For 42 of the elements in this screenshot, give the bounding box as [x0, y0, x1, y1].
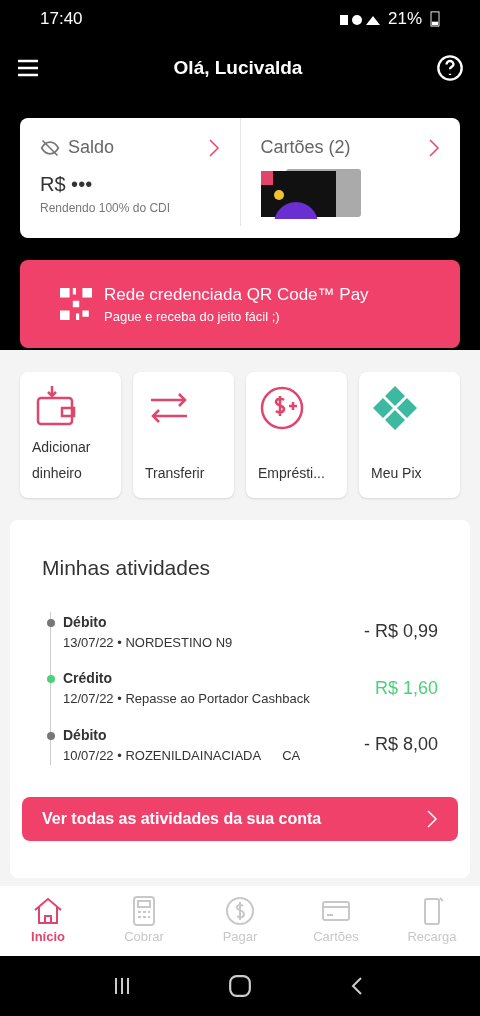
action-tile[interactable]: Transferir — [133, 372, 234, 498]
battery-icon — [430, 11, 440, 27]
activities-title: Minhas atividades — [41, 555, 212, 581]
action-label: Emprésti... — [258, 464, 326, 483]
activity-details: 10/07/22 • ROZENILDAINACIADA CA — [63, 746, 302, 765]
balance-note: Rendendo 100% do CDI — [40, 200, 172, 217]
status-time: 17:40 — [40, 8, 83, 31]
dollar-coin-icon — [224, 895, 256, 928]
header-title: Olá, Lucivalda — [173, 55, 303, 80]
eye-off-icon[interactable] — [40, 137, 60, 158]
nav-tab[interactable]: Início — [8, 895, 88, 947]
help-icon[interactable] — [436, 54, 464, 82]
banner-title: Rede credenciada QR Code™ Pay — [104, 283, 369, 306]
diamond-logo-icon — [371, 384, 419, 432]
recent-apps-icon[interactable] — [112, 976, 132, 996]
qr-banner[interactable]: Rede credenciada QR Code™ Pay Pague e receba do jeito fácil ;) — [20, 260, 460, 348]
action-tile[interactable]: Meu Pix — [359, 372, 460, 498]
action-label: Meu Pix — [371, 464, 423, 483]
banner-subtitle: Pague e receba do jeito fácil ;) — [104, 308, 281, 326]
chevron-right-icon — [207, 137, 220, 158]
action-label: Adicionar dinheiro — [32, 438, 92, 483]
all-activities-button[interactable]: Ver todas as atividades da sua conta — [22, 797, 458, 841]
balance-label: Saldo — [68, 136, 115, 159]
home-button-icon[interactable] — [228, 974, 252, 998]
credit-card-picture-icon — [260, 169, 361, 219]
action-label: Transferir — [145, 464, 206, 483]
activity-amount: - R$ 0,99 — [363, 620, 438, 644]
action-tile[interactable]: Emprésti... — [246, 372, 347, 498]
balance-value: R$ ••• — [40, 172, 94, 197]
chevron-right-icon — [428, 137, 440, 158]
activity-amount: R$ 1,60 — [374, 676, 438, 700]
dollar-plus-icon — [258, 384, 306, 432]
chevron-right-icon — [426, 809, 438, 829]
activity-type: Crédito — [63, 669, 113, 688]
activity-amount: - R$ 8,00 — [363, 733, 438, 757]
activity-type: Débito — [63, 725, 108, 745]
activity-details: 12/07/22 • Repasse ao Portador Cashback — [63, 690, 311, 708]
activity-details: 13/07/22 • NORDESTINO N9 — [63, 633, 234, 652]
activity-type: Débito — [63, 612, 108, 632]
cards-label: Cartões (2) — [260, 136, 351, 159]
action-tile[interactable]: Adicionar dinheiro — [20, 372, 121, 498]
battery-percent: 21% — [387, 8, 422, 31]
